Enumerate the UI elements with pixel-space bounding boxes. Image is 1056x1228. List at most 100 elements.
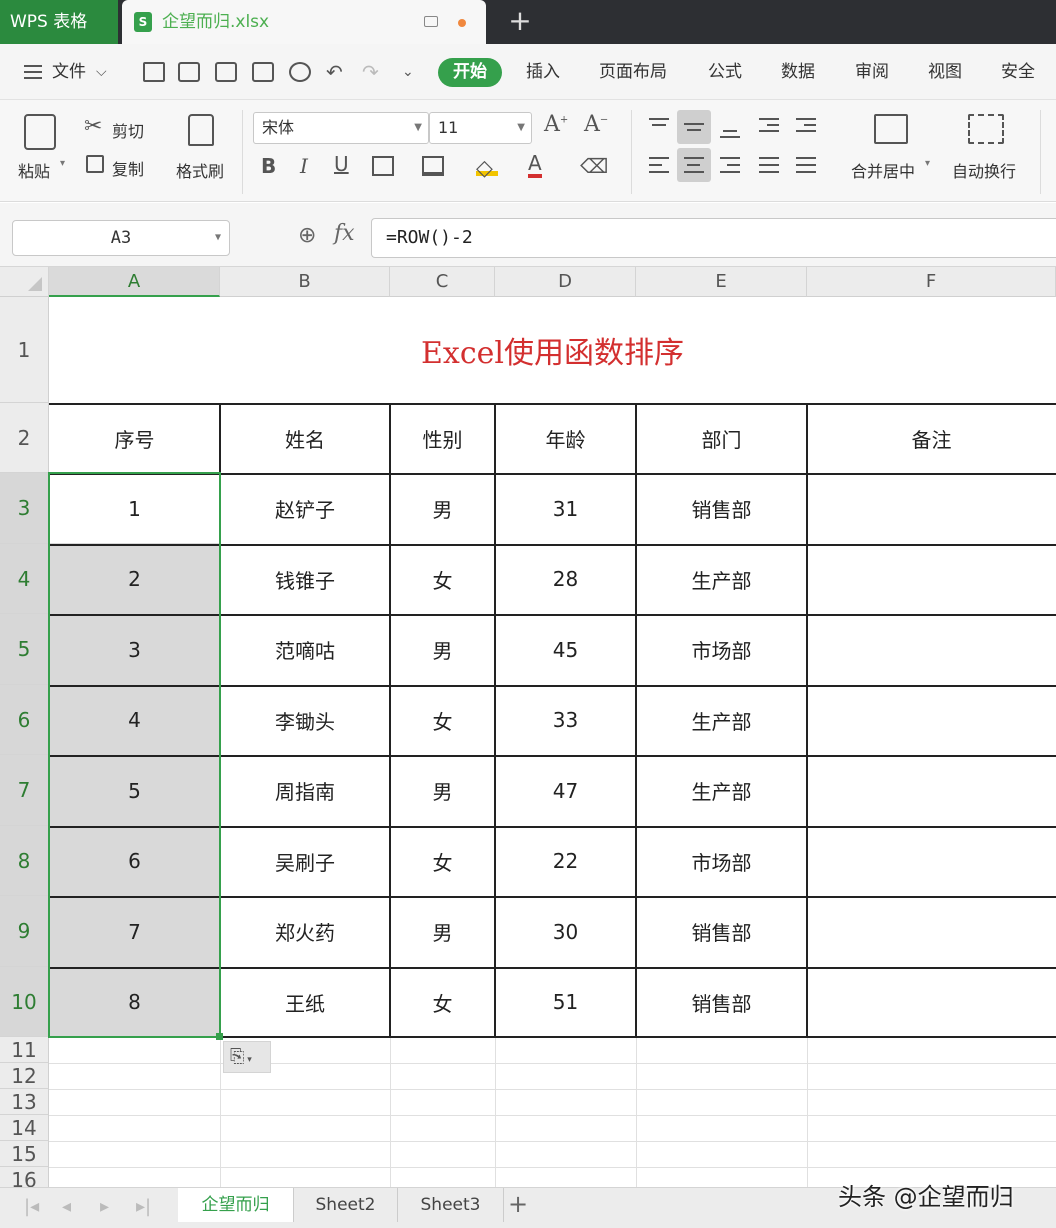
table-cell-name[interactable]: 范嘀咕 (220, 614, 390, 685)
export-pdf-icon[interactable] (215, 62, 237, 82)
new-tab-button[interactable]: + (506, 0, 534, 44)
tab-security[interactable]: 安全 (1001, 44, 1035, 100)
row-header-8[interactable]: 8 (0, 826, 49, 896)
row-header-16[interactable]: 16 (0, 1167, 49, 1187)
fill-style-icon[interactable] (422, 156, 444, 176)
undo-icon[interactable]: ↶ (326, 44, 343, 100)
row-header-5[interactable]: 5 (0, 614, 49, 685)
justify-button[interactable] (752, 148, 786, 182)
borders-icon[interactable] (372, 156, 394, 176)
row-header-11[interactable]: 11 (0, 1037, 49, 1063)
tab-data[interactable]: 数据 (781, 44, 815, 100)
align-middle-button[interactable] (677, 110, 711, 144)
table-cell-name[interactable]: 钱锥子 (220, 544, 390, 614)
table-cell-department[interactable]: 销售部 (636, 896, 807, 967)
table-cell-age[interactable]: 28 (495, 544, 636, 614)
distributed-align-button[interactable] (789, 148, 823, 182)
fill-color-icon[interactable]: ◇ (476, 156, 498, 181)
table-cell-name[interactable]: 周指南 (220, 755, 390, 826)
table-cell-remarks[interactable] (807, 685, 1056, 755)
tab-insert[interactable]: 插入 (526, 44, 560, 100)
column-header-c[interactable]: C (390, 267, 495, 297)
table-cell-department[interactable]: 销售部 (636, 473, 807, 544)
table-cell-name[interactable]: 吴刷子 (220, 826, 390, 896)
table-cell-name[interactable]: 郑火药 (220, 896, 390, 967)
first-sheet-icon[interactable]: |◂ (24, 1196, 39, 1217)
align-bottom-button[interactable] (713, 110, 747, 144)
sheet-tab-2[interactable]: Sheet2 (294, 1188, 398, 1222)
table-cell-age[interactable]: 30 (495, 896, 636, 967)
open-folder-icon[interactable] (143, 62, 165, 82)
more-icon[interactable]: ⌄ (402, 44, 414, 100)
table-cell-name[interactable]: 王纸 (220, 967, 390, 1037)
sheet-title[interactable]: Excel使用函数排序 (49, 297, 1056, 403)
table-cell-remarks[interactable] (807, 826, 1056, 896)
table-cell-gender[interactable]: 男 (390, 755, 495, 826)
tab-review[interactable]: 审阅 (855, 44, 889, 100)
row-header-3[interactable]: 3 (0, 473, 49, 544)
header-cell-index[interactable]: 序号 (49, 403, 220, 473)
table-cell-age[interactable]: 31 (495, 473, 636, 544)
print-icon[interactable] (252, 62, 274, 82)
formula-input[interactable]: =ROW()-2 (371, 218, 1056, 258)
italic-icon[interactable]: I (300, 154, 308, 178)
table-cell-name[interactable]: 李锄头 (220, 685, 390, 755)
merge-dropdown-icon[interactable]: ▾ (925, 158, 930, 169)
paste-button[interactable]: 粘贴 (18, 158, 50, 182)
header-cell-department[interactable]: 部门 (636, 403, 807, 473)
align-left-button[interactable] (642, 148, 676, 182)
app-tab[interactable]: WPS 表格 (0, 0, 118, 44)
table-cell-age[interactable]: 51 (495, 967, 636, 1037)
merge-center-button[interactable]: 合并居中 (851, 158, 915, 182)
align-top-button[interactable] (642, 110, 676, 144)
table-cell-department[interactable]: 销售部 (636, 967, 807, 1037)
row-header-14[interactable]: 14 (0, 1115, 49, 1141)
row-header-6[interactable]: 6 (0, 685, 49, 755)
table-cell-age[interactable]: 22 (495, 826, 636, 896)
table-cell-department[interactable]: 生产部 (636, 755, 807, 826)
cut-button[interactable]: 剪切 (112, 118, 144, 142)
row-header-7[interactable]: 7 (0, 755, 49, 826)
copy-icon[interactable] (86, 155, 104, 173)
header-cell-gender[interactable]: 性别 (390, 403, 495, 473)
row-header-4[interactable]: 4 (0, 544, 49, 614)
chevron-down-icon[interactable]: ⌵ (96, 44, 107, 100)
paste-icon[interactable] (24, 114, 56, 150)
table-cell-age[interactable]: 47 (495, 755, 636, 826)
sheet-tab-1[interactable]: 企望而归 (178, 1188, 294, 1222)
table-cell-gender[interactable]: 男 (390, 614, 495, 685)
select-all-corner[interactable] (0, 267, 49, 297)
row-header-13[interactable]: 13 (0, 1089, 49, 1115)
row-header-15[interactable]: 15 (0, 1141, 49, 1167)
align-right-button[interactable] (713, 148, 747, 182)
table-cell-department[interactable]: 市场部 (636, 614, 807, 685)
format-painter-button[interactable]: 格式刷 (176, 158, 224, 182)
column-header-a[interactable]: A (49, 267, 220, 297)
header-cell-remarks[interactable]: 备注 (807, 403, 1056, 473)
copy-button[interactable]: 复制 (112, 156, 144, 180)
table-cell-department[interactable]: 生产部 (636, 544, 807, 614)
hamburger-icon[interactable] (24, 65, 42, 79)
table-cell-gender[interactable]: 女 (390, 967, 495, 1037)
font-name-select[interactable]: 宋体 ▼ (253, 112, 429, 144)
merge-center-icon[interactable] (874, 114, 908, 144)
sheet-tab-3[interactable]: Sheet3 (398, 1188, 504, 1222)
row-header-9[interactable]: 9 (0, 896, 49, 967)
zoom-formula-icon[interactable]: ⊕ (298, 223, 316, 248)
table-cell-age[interactable]: 45 (495, 614, 636, 685)
font-size-select[interactable]: 11 ▼ (429, 112, 532, 144)
file-menu[interactable]: 文件 (52, 44, 86, 100)
align-center-button[interactable] (677, 148, 711, 182)
tab-view[interactable]: 视图 (928, 44, 962, 100)
next-sheet-icon[interactable]: ▸ (100, 1196, 109, 1217)
table-cell-gender[interactable]: 女 (390, 685, 495, 755)
column-header-f[interactable]: F (807, 267, 1056, 297)
table-cell-remarks[interactable] (807, 896, 1056, 967)
last-sheet-icon[interactable]: ▸| (136, 1196, 151, 1217)
fill-handle[interactable] (216, 1033, 223, 1040)
table-cell-name[interactable]: 赵铲子 (220, 473, 390, 544)
table-cell-department[interactable]: 市场部 (636, 826, 807, 896)
font-color-icon[interactable]: A (528, 152, 542, 178)
table-cell-department[interactable]: 生产部 (636, 685, 807, 755)
table-cell-remarks[interactable] (807, 544, 1056, 614)
